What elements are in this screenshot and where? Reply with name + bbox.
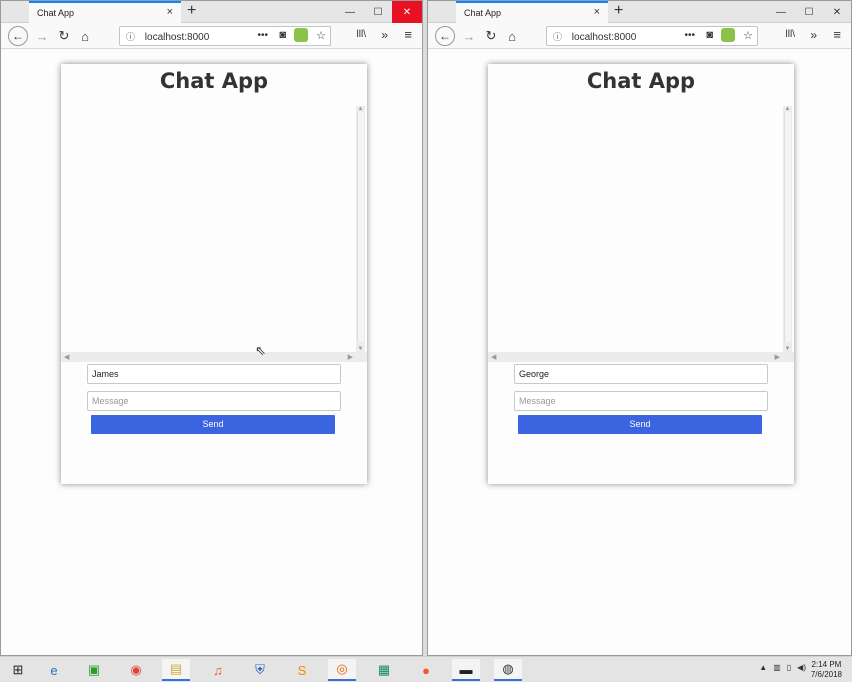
clock-time: 2:14 PM — [811, 660, 842, 669]
new-tab-icon[interactable]: + — [614, 2, 623, 20]
tab-title: Chat App — [37, 8, 75, 18]
tab-title: Chat App — [464, 8, 502, 18]
new-tab-icon[interactable]: + — [187, 2, 196, 20]
system-tray: ▲ ▥ ▯ ◀) — [759, 663, 806, 672]
defender-icon[interactable]: ⛨ — [246, 659, 274, 681]
edge-icon[interactable]: e — [40, 659, 68, 681]
horizontal-scrollbar[interactable]: ◀ ▶ — [488, 352, 794, 362]
message-input[interactable]: Message — [514, 391, 768, 411]
page-content: Chat App ▲ ▼ ◀ ▶ James Message Send ⇖ — [1, 50, 422, 655]
page-actions-icon[interactable]: ••• — [684, 30, 695, 41]
obs-icon[interactable]: ◍ — [494, 659, 522, 681]
browser-window-left: Chat App × + — ☐ ✕ ← → ↻ ⌂ ⓘ localhost:8… — [0, 0, 423, 656]
vertical-scrollbar[interactable]: ▲ ▼ — [356, 106, 365, 352]
close-tab-icon[interactable]: × — [594, 6, 600, 18]
browser-window-right: Chat App × + — ☐ ✕ ← → ↻ ⌂ ⓘ localhost:8… — [427, 0, 852, 656]
forward-icon[interactable]: → — [32, 26, 52, 46]
tray-expand-icon[interactable]: ▲ — [759, 663, 767, 672]
network-icon[interactable]: ▥ — [773, 663, 781, 672]
url-text: localhost:8000 — [144, 32, 210, 43]
scroll-right-icon[interactable]: ▶ — [775, 353, 780, 361]
headphones-icon[interactable]: ♫ — [204, 659, 232, 681]
reload-icon[interactable]: ↻ — [481, 26, 501, 46]
browser-tab[interactable]: Chat App × — [456, 1, 608, 23]
messages-area[interactable]: ▲ ▼ ◀ ▶ — [488, 106, 794, 362]
chat-card: Chat App ▲ ▼ ◀ ▶ George Message Send — [488, 64, 794, 484]
scrollbar-thumb[interactable] — [357, 112, 364, 342]
postman-icon[interactable]: ● — [412, 659, 440, 681]
message-input[interactable]: Message — [87, 391, 341, 411]
volume-icon[interactable]: ◀) — [797, 663, 806, 672]
reload-icon[interactable]: ↻ — [54, 26, 74, 46]
menu-icon[interactable]: ≡ — [404, 27, 412, 42]
firefox-icon[interactable]: ◎ — [328, 659, 356, 681]
maximize-icon[interactable]: ☐ — [795, 1, 823, 23]
close-window-icon[interactable]: ✕ — [823, 1, 851, 23]
clock[interactable]: 2:14 PM 7/6/2018 — [811, 660, 842, 680]
close-window-icon[interactable]: ✕ — [392, 1, 422, 23]
library-icon[interactable]: lll\ — [786, 29, 795, 40]
store-icon[interactable]: ▣ — [80, 659, 108, 681]
window-controls: — ☐ ✕ — [336, 1, 422, 23]
browser-tab[interactable]: Chat App × — [29, 1, 181, 23]
pocket-icon[interactable]: ◙ — [279, 29, 286, 41]
menu-icon[interactable]: ≡ — [833, 27, 841, 42]
terminal-icon[interactable]: ▬ — [452, 659, 480, 681]
extension-icon[interactable] — [294, 28, 308, 42]
windows-start-icon[interactable]: ⊞ — [4, 659, 32, 681]
forward-icon[interactable]: → — [459, 26, 479, 46]
battery-icon[interactable]: ▯ — [787, 663, 791, 672]
send-button[interactable]: Send — [91, 415, 335, 434]
nav-bar: ← → ↻ ⌂ ⓘ localhost:8000 ••• ◙ ☆ lll\ » … — [1, 23, 422, 49]
bookmark-star-icon[interactable]: ☆ — [316, 29, 326, 42]
mouse-cursor-icon: ⇖ — [255, 343, 266, 358]
chrome-icon[interactable]: ◉ — [122, 659, 150, 681]
title-bar: Chat App × + — ☐ ✕ — [1, 1, 422, 23]
taskbar: ⊞ e ▣ ◉ ▤ ♫ ⛨ S ◎ ▦ ● ▬ ◍ ▲ ▥ ▯ ◀) 2:14 … — [0, 656, 852, 682]
home-icon[interactable]: ⌂ — [75, 26, 95, 46]
library-icon[interactable]: lll\ — [357, 29, 366, 40]
overflow-icon[interactable]: » — [381, 28, 388, 42]
minimize-icon[interactable]: — — [767, 1, 795, 23]
pocket-icon[interactable]: ◙ — [706, 29, 713, 41]
title-bar: Chat App × + — ☐ ✕ — [428, 1, 851, 23]
file-explorer-icon[interactable]: ▤ — [162, 659, 190, 681]
name-input[interactable]: James — [87, 364, 341, 384]
scroll-right-icon[interactable]: ▶ — [348, 353, 353, 361]
minimize-icon[interactable]: — — [336, 1, 364, 23]
scroll-left-icon[interactable]: ◀ — [64, 353, 69, 361]
address-bar[interactable]: ⓘ localhost:8000 ••• ◙ ☆ — [546, 26, 758, 46]
info-icon[interactable]: ⓘ — [553, 30, 563, 43]
overflow-icon[interactable]: » — [810, 28, 817, 42]
close-tab-icon[interactable]: × — [167, 6, 173, 18]
scrollbar-thumb[interactable] — [784, 112, 791, 342]
send-button[interactable]: Send — [518, 415, 762, 434]
scroll-left-icon[interactable]: ◀ — [491, 353, 496, 361]
maximize-icon[interactable]: ☐ — [364, 1, 392, 23]
messages-area[interactable]: ▲ ▼ ◀ ▶ — [61, 106, 367, 362]
clock-date: 7/6/2018 — [810, 670, 842, 679]
extension-icon[interactable] — [721, 28, 735, 42]
app-title: Chat App — [586, 69, 696, 93]
chat-card: Chat App ▲ ▼ ◀ ▶ James Message Send — [61, 64, 367, 484]
home-icon[interactable]: ⌂ — [502, 26, 522, 46]
info-icon[interactable]: ⓘ — [126, 30, 136, 43]
vertical-scrollbar[interactable]: ▲ ▼ — [783, 106, 792, 352]
horizontal-scrollbar[interactable]: ◀ ▶ — [61, 352, 367, 362]
nav-bar: ← → ↻ ⌂ ⓘ localhost:8000 ••• ◙ ☆ lll\ » … — [428, 23, 851, 49]
url-text: localhost:8000 — [571, 32, 637, 43]
name-input[interactable]: George — [514, 364, 768, 384]
address-bar[interactable]: ⓘ localhost:8000 ••• ◙ ☆ — [119, 26, 331, 46]
bookmark-star-icon[interactable]: ☆ — [743, 29, 753, 42]
app-title: Chat App — [159, 69, 269, 93]
page-content: Chat App ▲ ▼ ◀ ▶ George Message Send — [428, 50, 851, 655]
editor-icon[interactable]: ▦ — [370, 659, 398, 681]
desktop: Chat App × + — ☐ ✕ ← → ↻ ⌂ ⓘ localhost:8… — [0, 0, 852, 656]
page-actions-icon[interactable]: ••• — [257, 30, 268, 41]
window-controls: — ☐ ✕ — [767, 1, 851, 23]
back-icon[interactable]: ← — [8, 26, 28, 46]
sublime-icon[interactable]: S — [288, 659, 316, 681]
back-icon[interactable]: ← — [435, 26, 455, 46]
